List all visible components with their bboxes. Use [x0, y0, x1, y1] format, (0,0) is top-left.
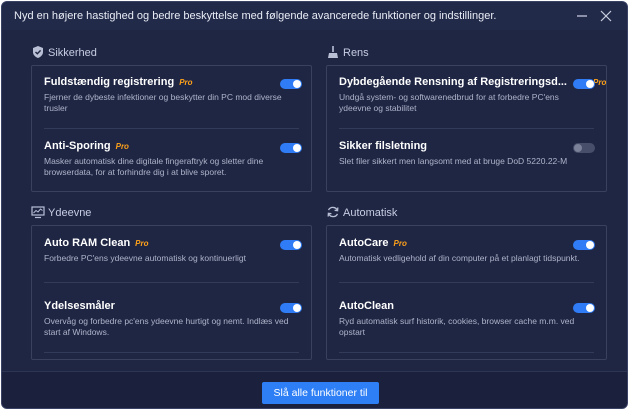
monitor-icon	[31, 205, 45, 219]
pro-badge: Pro	[393, 239, 407, 248]
pro-badge: Pro	[135, 239, 149, 248]
feature-anti-tracking: Anti-Sporing Pro Masker automatisk dine d…	[44, 140, 303, 190]
feature-title: Dybdegående Rensning af Registreringsd..…	[339, 76, 567, 88]
performance-panel: Auto RAM Clean Pro Forbedre PC'ens ydeevn…	[31, 225, 312, 360]
feature-toggle[interactable]	[280, 303, 302, 313]
feature-deep-registry-clean: Dybdegående Rensning af Registreringsd..…	[339, 76, 606, 126]
refresh-icon	[326, 205, 340, 219]
close-icon[interactable]	[596, 6, 616, 26]
section-header-clean: Rens	[326, 45, 526, 63]
section-label-security: Sikkerhed	[48, 47, 97, 59]
dialog-footer: Slå alle funktioner til	[2, 371, 627, 408]
minimize-icon[interactable]	[572, 6, 592, 26]
divider	[339, 352, 594, 353]
divider	[339, 128, 594, 129]
feature-description: Masker automatisk dine digitale fingeraf…	[44, 156, 264, 177]
automatic-panel: AutoCare Pro Automatisk vedligehold af di…	[326, 225, 607, 360]
feature-title: Fuldstændig registrering	[44, 76, 175, 88]
divider	[339, 282, 594, 283]
clean-panel: Dybdegående Rensning af Registreringsd..…	[326, 65, 607, 192]
security-panel: Fuldstændig registrering Pro Fjerner de d…	[31, 65, 312, 192]
feature-title: Auto RAM Clean	[44, 237, 131, 249]
feature-toggle[interactable]	[280, 143, 302, 153]
section-header-automatic: Automatisk	[326, 205, 526, 223]
feature-toggle[interactable]	[573, 303, 595, 313]
feature-full-scan: Fuldstændig registrering Pro Fjerner de d…	[44, 76, 303, 126]
settings-dialog: Nyd en højere hastighed og bedre beskytt…	[1, 1, 628, 409]
feature-autocare: AutoCare Pro Automatisk vedligehold af di…	[339, 237, 598, 287]
feature-toggle[interactable]	[280, 79, 302, 89]
feature-toggle[interactable]	[573, 240, 595, 250]
feature-secure-delete: Sikker filsletning Slet filer sikkert me…	[339, 140, 598, 180]
feature-performance-monitor: Ydelsesmåler Overvåg og forbedre pc'ens …	[44, 300, 303, 350]
pro-badge: Pro	[115, 142, 129, 151]
feature-title: AutoClean	[339, 300, 394, 312]
pro-badge: Pro	[179, 78, 193, 87]
section-label-clean: Rens	[343, 47, 369, 59]
feature-toggle[interactable]	[573, 79, 595, 89]
feature-toggle[interactable]	[573, 143, 595, 153]
feature-description: Fjerner de dybeste infektioner og beskyt…	[44, 92, 282, 113]
divider	[44, 352, 299, 353]
divider	[44, 128, 299, 129]
feature-title: Sikker filsletning	[339, 140, 428, 152]
feature-toggle[interactable]	[280, 240, 302, 250]
feature-description: Slet filer sikkert men langsomt med at b…	[339, 156, 568, 166]
shield-icon	[31, 45, 45, 59]
divider	[44, 282, 299, 283]
feature-description: Overvåg og forbedre pc'ens ydeevne hurti…	[44, 316, 289, 337]
feature-auto-ram-clean: Auto RAM Clean Pro Forbedre PC'ens ydeevn…	[44, 237, 303, 287]
pro-badge: Pro	[593, 78, 607, 87]
section-header-security: Sikkerhed	[31, 45, 231, 63]
feature-title: Anti-Sporing	[44, 140, 111, 152]
feature-description: Undgå system- og softwarenedbrud for at …	[339, 92, 559, 113]
feature-title: Ydelsesmåler	[44, 300, 115, 312]
broom-icon	[326, 45, 340, 59]
feature-description: Ryd automatisk surf historik, cookies, b…	[339, 316, 575, 337]
section-header-performance: Ydeevne	[31, 205, 231, 223]
dialog-title: Nyd en højere hastighed og bedre beskytt…	[14, 10, 497, 22]
feature-description: Automatisk vedligehold af din computer p…	[339, 253, 580, 263]
feature-description: Forbedre PC'ens ydeevne automatisk og ko…	[44, 253, 246, 263]
section-label-performance: Ydeevne	[48, 207, 92, 219]
section-label-automatic: Automatisk	[343, 207, 398, 219]
enable-all-button[interactable]: Slå alle funktioner til	[262, 382, 379, 404]
feature-title: AutoCare	[339, 237, 389, 249]
feature-autoclean: AutoClean Ryd automatisk surf historik, …	[339, 300, 598, 350]
title-bar: Nyd en højere hastighed og bedre beskytt…	[2, 2, 627, 30]
